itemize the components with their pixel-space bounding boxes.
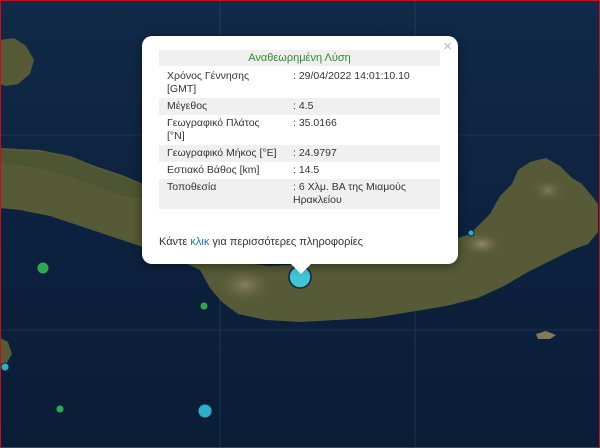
detail-value: : 4.5 xyxy=(283,98,440,115)
popup-title: Αναθεωρημένη Λύση xyxy=(159,50,440,66)
earthquake-marker[interactable] xyxy=(0,362,10,372)
earthquake-marker[interactable] xyxy=(197,403,213,419)
earthquake-marker[interactable] xyxy=(199,301,209,311)
detail-row-longitude: Γεωγραφικό Μήκος [°E] : 24.9797 xyxy=(159,145,440,162)
mountain-east xyxy=(530,178,566,202)
more-info-link[interactable]: κλικ xyxy=(190,236,209,248)
earthquake-details-table: Χρόνος Γέννησης [GMT] : 29/04/2022 14:01… xyxy=(159,68,440,209)
detail-label: Γεωγραφικό Μήκος [°E] xyxy=(159,145,283,162)
detail-row-magnitude: Μέγεθος : 4.5 xyxy=(159,98,440,115)
detail-label: Μέγεθος xyxy=(159,98,283,115)
earthquake-marker[interactable] xyxy=(36,261,50,275)
detail-value: : 35.0166 xyxy=(293,117,337,129)
detail-row-location: Τοποθεσία : 6 Χλμ. ΒΑ της Μιαμούς Ηρακλε… xyxy=(159,179,440,209)
detail-label: Εστιακό Βάθος [km] xyxy=(167,164,260,176)
more-info-suffix: για περισσότερες πληροφορίες xyxy=(209,236,363,248)
more-info-prefix: Κάντε xyxy=(159,236,191,248)
mountain-dikti xyxy=(460,231,504,257)
detail-label: Χρόνος Γέννησης [GMT] xyxy=(167,70,250,95)
detail-label: Γεωγραφικό Πλάτος [°N] xyxy=(167,117,260,142)
detail-value: : 14.5 xyxy=(293,164,320,176)
earthquake-marker[interactable] xyxy=(55,404,65,414)
detail-row-depth: Εστιακό Βάθος [km] : 14.5 xyxy=(159,162,440,179)
more-info-line: Κάντε κλικ για περισσότερες πληροφορίες xyxy=(159,236,363,248)
detail-row-latitude: Γεωγραφικό Πλάτος [°N] : 35.0166 xyxy=(159,115,440,145)
mountain-ida xyxy=(215,265,275,305)
earthquake-info-popup: × Αναθεωρημένη Λύση Χρόνος Γέννησης [GMT… xyxy=(142,36,458,274)
detail-value: : 24.9797 xyxy=(283,145,440,162)
earthquake-marker[interactable] xyxy=(467,229,475,237)
detail-row-origin-time: Χρόνος Γέννησης [GMT] : 29/04/2022 14:01… xyxy=(159,68,440,98)
detail-label: Τοποθεσία xyxy=(159,179,283,209)
detail-value: : 6 Χλμ. ΒΑ της Μιαμούς Ηρακλείου xyxy=(283,179,440,209)
close-icon[interactable]: × xyxy=(443,39,452,55)
detail-value: : 29/04/2022 14:01:10.10 xyxy=(293,70,410,82)
